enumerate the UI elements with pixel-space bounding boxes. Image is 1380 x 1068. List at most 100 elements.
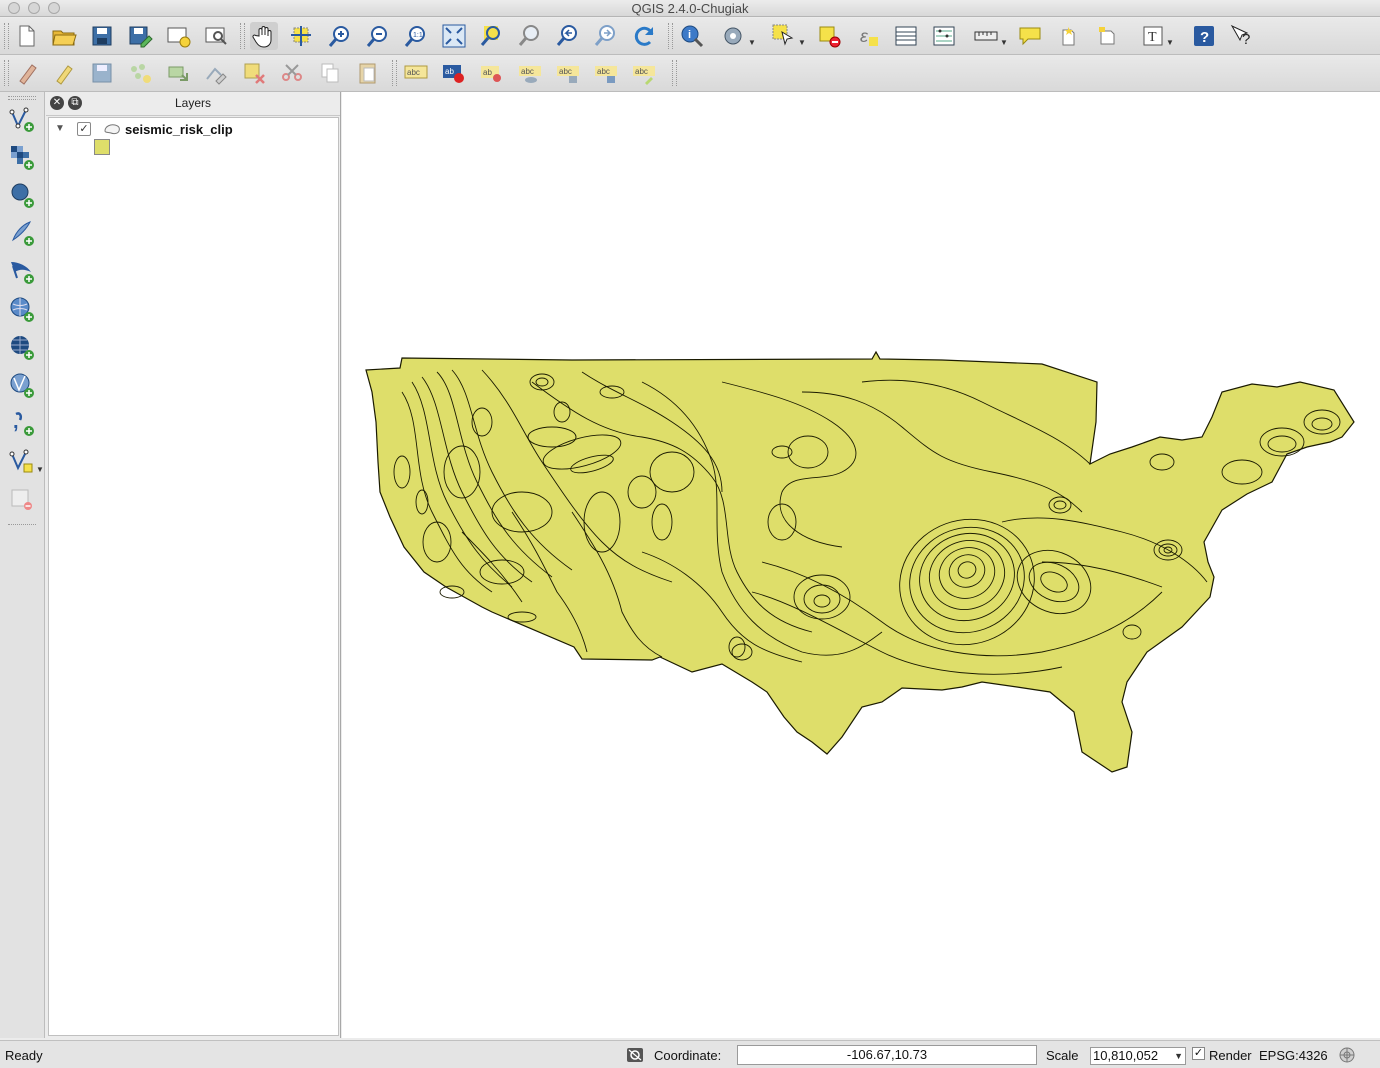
window-title: QGIS 2.4.0-Chugiak — [631, 1, 749, 16]
close-window-button[interactable] — [8, 2, 20, 14]
copy-features-icon[interactable] — [316, 59, 344, 87]
svg-text:abc: abc — [559, 67, 572, 76]
zoom-last-icon[interactable] — [554, 22, 582, 50]
measure-icon[interactable] — [972, 22, 1000, 50]
layer-labeling-icon[interactable]: abc — [402, 59, 430, 87]
current-edits-icon[interactable] — [14, 59, 42, 87]
add-delimited-text-layer-icon[interactable]: , — [8, 408, 36, 438]
field-calculator-icon[interactable]: ε — [854, 22, 882, 50]
layer-row[interactable]: ▼ ✓ seismic_risk_clip — [49, 120, 338, 140]
zoom-to-selection-icon[interactable] — [478, 22, 506, 50]
coordinate-label: Coordinate: — [654, 1048, 722, 1063]
polygon-layer-icon — [103, 123, 121, 135]
show-bookmarks-icon[interactable] — [1094, 22, 1122, 50]
remove-layer-icon[interactable] — [8, 484, 36, 514]
zoom-out-icon[interactable] — [364, 22, 392, 50]
toolbar-grip[interactable] — [672, 60, 677, 86]
save-project-icon[interactable] — [88, 22, 116, 50]
identify-icon[interactable]: i — [678, 22, 706, 50]
add-spatialite-layer-icon[interactable] — [8, 218, 36, 248]
label-change-icon[interactable]: abc — [630, 59, 658, 87]
add-wms-layer-icon[interactable] — [8, 294, 36, 324]
scale-label: Scale — [1046, 1048, 1079, 1063]
help-icon[interactable]: ? — [1190, 22, 1218, 50]
save-edits-icon[interactable] — [88, 59, 116, 87]
toolbar-grip[interactable] — [4, 60, 9, 86]
whats-this-icon[interactable]: ? — [1228, 22, 1256, 50]
delete-selected-icon[interactable] — [240, 59, 268, 87]
save-as-icon[interactable] — [126, 22, 154, 50]
add-raster-layer-icon[interactable] — [8, 142, 36, 172]
label-pin-icon[interactable]: ab — [440, 59, 468, 87]
cut-features-icon[interactable] — [278, 59, 306, 87]
add-wcs-layer-icon[interactable] — [8, 332, 36, 362]
toolbar-grip[interactable] — [8, 96, 36, 100]
manage-layers-toolbar: , ▼ — [0, 92, 45, 1038]
new-bookmark-icon[interactable] — [1056, 22, 1084, 50]
composer-manager-icon[interactable] — [202, 22, 230, 50]
add-vector-layer-icon[interactable] — [8, 104, 36, 134]
add-wfs-layer-icon[interactable] — [8, 370, 36, 400]
new-layer-dropdown-arrow[interactable]: ▼ — [36, 465, 44, 474]
toolbar-grip[interactable] — [4, 23, 9, 49]
pan-icon[interactable] — [250, 22, 278, 50]
coordinate-field[interactable]: -106.67,10.73 — [737, 1045, 1037, 1065]
add-mssql-layer-icon[interactable] — [8, 256, 36, 286]
crs-globe-icon[interactable] — [1338, 1047, 1356, 1063]
scale-combo[interactable]: 10,810,052 ▼ — [1090, 1047, 1186, 1065]
zoom-full-icon[interactable] — [440, 22, 468, 50]
text-annotation-icon[interactable]: T — [1140, 22, 1168, 50]
new-shapefile-layer-icon[interactable] — [8, 446, 36, 476]
refresh-icon[interactable] — [630, 22, 658, 50]
zoom-window-button[interactable] — [48, 2, 60, 14]
svg-text:1:1: 1:1 — [413, 32, 423, 39]
paste-features-icon[interactable] — [354, 59, 382, 87]
scale-dropdown-arrow[interactable]: ▼ — [1174, 1048, 1183, 1064]
pan-to-selection-icon[interactable] — [288, 22, 316, 50]
toolbar-grip[interactable] — [8, 524, 36, 528]
statistics-icon[interactable] — [930, 22, 958, 50]
layers-panel-title: Layers — [174, 96, 212, 110]
new-print-composer-icon[interactable] — [164, 22, 192, 50]
layer-symbol-swatch[interactable] — [94, 139, 110, 155]
layers-tree[interactable]: ▼ ✓ seismic_risk_clip — [48, 117, 339, 1036]
label-move-icon[interactable]: abc — [554, 59, 582, 87]
label-rotate-icon[interactable]: abc — [592, 59, 620, 87]
map-tips-icon[interactable] — [1016, 22, 1044, 50]
render-checkbox[interactable]: ✓ — [1192, 1047, 1205, 1060]
label-show-hide-icon[interactable]: abc — [516, 59, 544, 87]
layer-visibility-checkbox[interactable]: ✓ — [77, 122, 91, 136]
window-titlebar: QGIS 2.4.0-Chugiak — [0, 0, 1380, 17]
toolbar-grip[interactable] — [668, 23, 673, 49]
node-tool-icon[interactable] — [202, 59, 230, 87]
run-action-icon[interactable] — [720, 22, 748, 50]
add-feature-icon[interactable] — [126, 59, 154, 87]
svg-text:ε: ε — [860, 26, 869, 46]
measure-dropdown-arrow[interactable]: ▼ — [1000, 38, 1008, 47]
zoom-actual-size-icon[interactable]: 1:1 — [402, 22, 430, 50]
minimize-window-button[interactable] — [28, 2, 40, 14]
map-render — [365, 350, 1355, 773]
new-project-icon[interactable] — [12, 22, 40, 50]
crs-status[interactable]: EPSG:4326 — [1259, 1048, 1328, 1063]
zoom-in-icon[interactable] — [326, 22, 354, 50]
attribute-table-icon[interactable] — [892, 22, 920, 50]
select-features-icon[interactable] — [770, 22, 798, 50]
move-feature-icon[interactable] — [164, 59, 192, 87]
add-postgis-layer-icon[interactable] — [8, 180, 36, 210]
select-dropdown-arrow[interactable]: ▼ — [798, 38, 806, 47]
toggle-editing-icon[interactable] — [50, 59, 78, 87]
annotation-dropdown-arrow[interactable]: ▼ — [1166, 38, 1174, 47]
run-action-dropdown-arrow[interactable]: ▼ — [748, 38, 756, 47]
open-project-icon[interactable] — [50, 22, 78, 50]
deselect-icon[interactable] — [816, 22, 844, 50]
toggle-extents-icon[interactable] — [626, 1047, 644, 1063]
toolbar-grip[interactable] — [392, 60, 397, 86]
map-canvas[interactable] — [342, 92, 1380, 1038]
zoom-to-layer-icon[interactable] — [516, 22, 544, 50]
toolbar-grip[interactable] — [240, 23, 245, 49]
zoom-next-icon[interactable] — [592, 22, 620, 50]
label-highlight-icon[interactable]: ab — [478, 59, 506, 87]
svg-text:abc: abc — [635, 67, 648, 76]
expand-collapse-icon[interactable]: ▼ — [55, 123, 65, 134]
